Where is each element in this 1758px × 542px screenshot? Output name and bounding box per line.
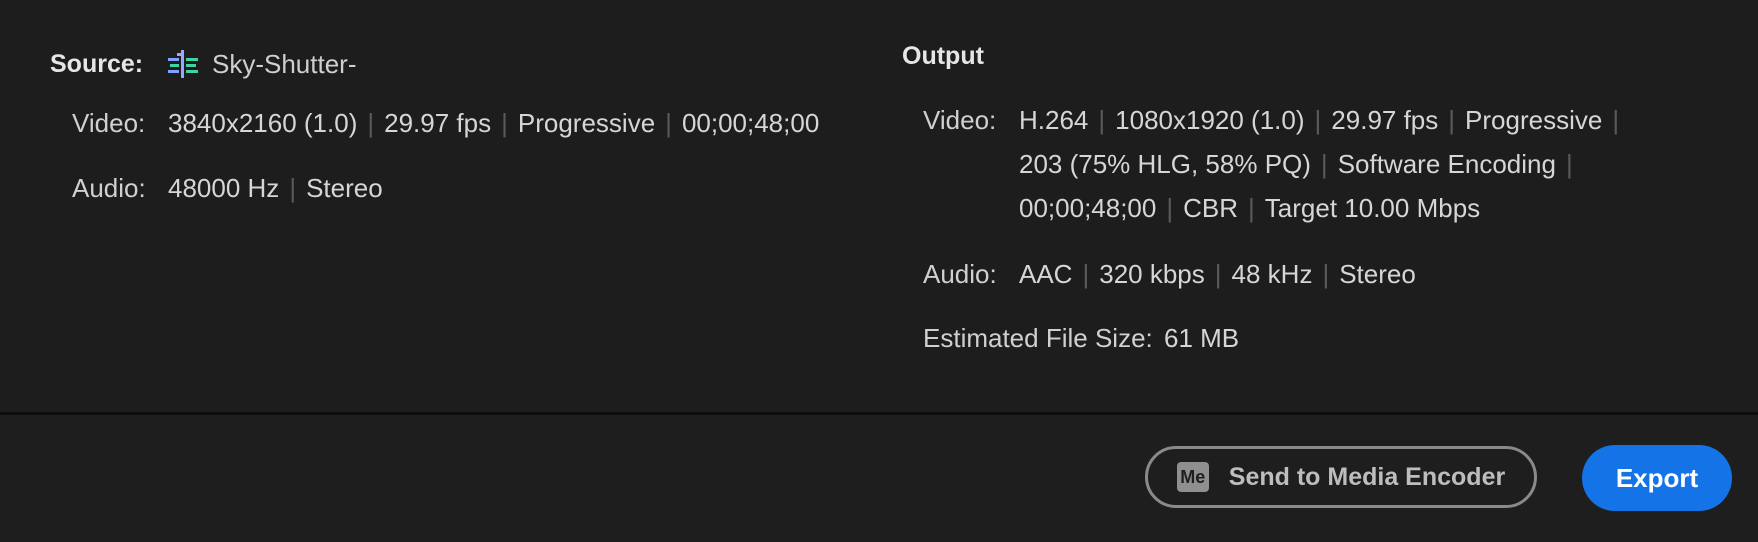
source-audio-sample-rate: 48000 Hz [168, 173, 280, 203]
separator: | [1098, 105, 1106, 135]
source-audio-values: 48000 Hz | Stereo [168, 166, 383, 210]
output-video-codec: H.264 [1019, 105, 1089, 135]
separator: | [501, 108, 508, 138]
separator: | [1565, 149, 1573, 179]
send-to-media-encoder-button[interactable]: Me Send to Media Encoder [1145, 446, 1537, 508]
source-audio-row: Audio: 48000 Hz | Stereo [72, 166, 383, 210]
export-summary-panel: Source: Sky-Shutter- Video: 3840x2160 (1… [0, 0, 1758, 412]
source-header: Source: Sky-Shutter- [50, 44, 357, 84]
output-audio-sample-rate: 48 kHz [1231, 259, 1313, 289]
source-video-values: 3840x2160 (1.0) | 29.97 fps | Progressiv… [168, 101, 819, 145]
separator: | [665, 108, 672, 138]
output-video-hdr: 203 (75% HLG, 58% PQ) [1019, 149, 1311, 179]
separator: | [1322, 259, 1330, 289]
file-size-value: 61 MB [1164, 323, 1240, 353]
media-encoder-icon: Me [1176, 462, 1209, 492]
source-audio-channels: Stereo [306, 173, 383, 203]
output-video-row: Video: H.264 | 1080x1920 (1.0) | 29.97 f… [923, 98, 1683, 230]
separator: | [1214, 259, 1222, 289]
sequence-icon [168, 50, 198, 78]
file-size-row: Estimated File Size: 61 MB [923, 316, 1239, 360]
export-button[interactable]: Export [1582, 445, 1732, 511]
output-video-framerate: 29.97 fps [1331, 105, 1439, 135]
output-audio-row: Audio: AAC | 320 kbps | 48 kHz | Stereo [923, 252, 1416, 296]
source-video-duration: 00;00;48;00 [681, 108, 820, 138]
source-sequence-name: Sky-Shutter- [212, 48, 357, 79]
output-video-target-bitrate: Target 10.00 Mbps [1264, 193, 1481, 223]
source-audio-label: Audio: [72, 173, 146, 203]
output-video-duration: 00;00;48;00 [1019, 193, 1157, 223]
source-video-field-order: Progressive [517, 108, 656, 138]
separator: | [1612, 105, 1620, 135]
source-video-resolution: 3840x2160 (1.0) [168, 108, 358, 138]
source-video-framerate: 29.97 fps [384, 108, 492, 138]
source-video-row: Video: 3840x2160 (1.0) | 29.97 fps | Pro… [72, 101, 819, 145]
separator: | [1314, 105, 1322, 135]
source-label: Source: [50, 49, 144, 78]
output-video-encoding: Software Encoding [1337, 149, 1556, 179]
source-video-label: Video: [72, 108, 146, 138]
separator: | [1448, 105, 1456, 135]
separator: | [1082, 259, 1090, 289]
send-to-media-encoder-label: Send to Media Encoder [1228, 462, 1506, 491]
output-audio-codec: AAC [1019, 259, 1073, 289]
file-size-label: Estimated File Size: [923, 323, 1153, 353]
separator: | [1166, 193, 1174, 223]
output-video-resolution: 1080x1920 (1.0) [1115, 105, 1305, 135]
output-audio-values: AAC | 320 kbps | 48 kHz | Stereo [1019, 252, 1416, 296]
output-audio-bitrate: 320 kbps [1099, 259, 1205, 289]
output-audio-label: Audio: [923, 259, 997, 289]
output-video-values: H.264 | 1080x1920 (1.0) | 29.97 fps | Pr… [1019, 98, 1679, 230]
separator: | [1248, 193, 1255, 223]
output-video-bitrate-mode: CBR [1183, 193, 1239, 223]
output-video-field-order: Progressive [1465, 105, 1603, 135]
output-title: Output [902, 42, 984, 70]
separator: | [1320, 149, 1328, 179]
output-video-label: Video: [923, 105, 997, 135]
separator: | [367, 108, 375, 138]
separator: | [289, 173, 297, 203]
output-audio-channels: Stereo [1339, 259, 1416, 289]
